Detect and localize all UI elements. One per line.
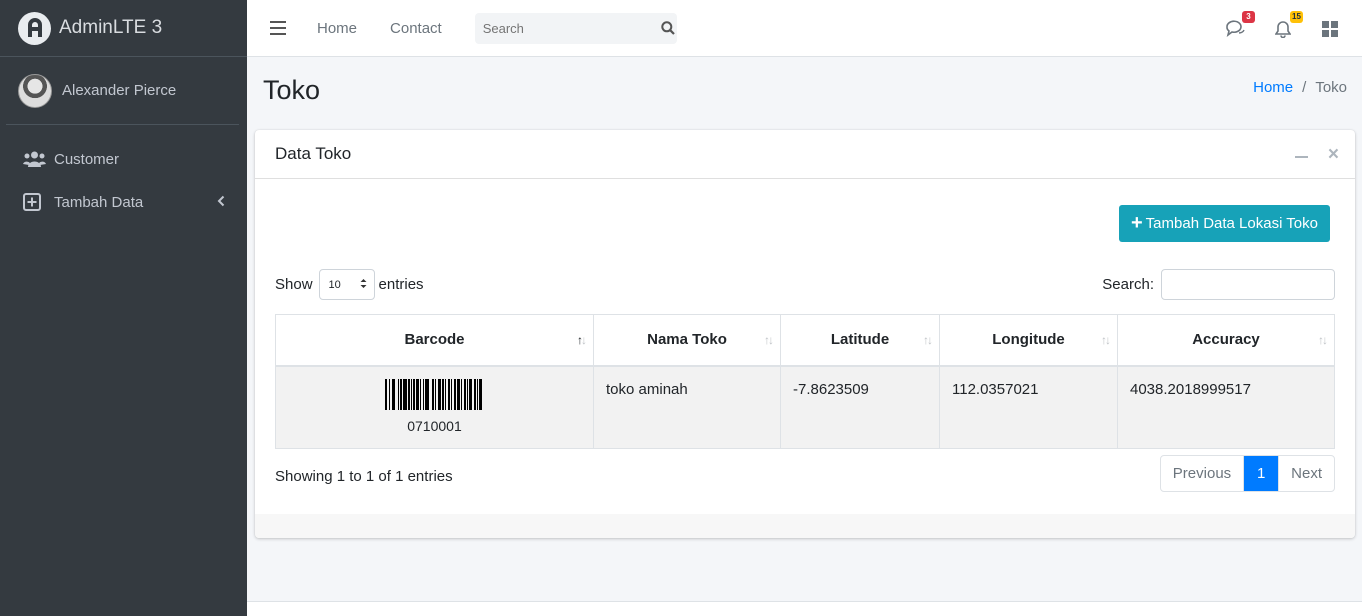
- navbar-search: [474, 12, 677, 44]
- breadcrumb-home[interactable]: Home: [1253, 79, 1293, 96]
- column-header-accuracy[interactable]: Accuracy ↑↓: [1117, 314, 1335, 367]
- column-header-barcode[interactable]: Barcode ↑↓: [275, 314, 594, 367]
- page-length-value: 10: [328, 278, 341, 291]
- table-search-label: Search:: [1102, 276, 1154, 293]
- sort-icon: ↑↓: [764, 333, 774, 347]
- page-length-select[interactable]: 10: [318, 269, 375, 300]
- brand-text: AdminLTE 3: [59, 17, 163, 38]
- column-header-label: Accuracy: [1192, 331, 1260, 349]
- sidebar-item-label: Customer: [54, 150, 120, 168]
- card-tools: ×: [1294, 145, 1339, 164]
- users-icon: [23, 149, 46, 169]
- barcode-image: [385, 378, 484, 410]
- sort-icon: ↑↓: [1318, 333, 1328, 347]
- column-header-nama-toko[interactable]: Nama Toko ↑↓: [593, 314, 781, 367]
- plus-icon: +: [1130, 212, 1143, 234]
- sidebar-item-label: Tambah Data: [54, 193, 144, 211]
- table-search-input[interactable]: [1161, 269, 1335, 300]
- user-panel[interactable]: Alexander Pierce: [6, 57, 239, 125]
- table-header-row: Barcode ↑↓ Nama Toko ↑↓ Latitude ↑↓ Long…: [275, 314, 1335, 367]
- sidebar-item-tambah-data[interactable]: Tambah Data: [0, 182, 247, 222]
- barcode-gap: [482, 379, 484, 410]
- messages-icon[interactable]: 3: [1225, 10, 1255, 39]
- entries-label: entries: [378, 276, 424, 293]
- accuracy-cell: 4038.2018999517: [1117, 365, 1335, 449]
- sidebar-item-customer[interactable]: Customer: [0, 139, 247, 179]
- search-icon[interactable]: [659, 13, 677, 44]
- column-header-label: Longitude: [992, 331, 1065, 349]
- messages-badge: 3: [1242, 10, 1255, 23]
- page-length-control: Show 10 entries: [275, 269, 424, 300]
- notifications-badge: 15: [1290, 10, 1303, 23]
- barcode-cell: 0710001: [275, 365, 594, 449]
- minus-icon[interactable]: [1294, 156, 1308, 158]
- main-sidebar: AdminLTE 3 Alexander Pierce Customer Tam…: [0, 0, 247, 616]
- navbar-right: 3 15: [1225, 0, 1362, 57]
- sort-select-icon: [360, 278, 367, 292]
- data-card: Data Toko × + Tambah Data Lokasi Toko Sh…: [255, 130, 1355, 538]
- main-footer: [247, 602, 1362, 616]
- card-header: Data Toko: [255, 130, 1355, 179]
- add-button-label: Tambah Data Lokasi Toko: [1145, 215, 1318, 232]
- brand-link[interactable]: AdminLTE 3: [0, 0, 247, 57]
- sort-icon: ↑↓: [1101, 333, 1111, 347]
- notifications-icon[interactable]: 15: [1273, 10, 1303, 39]
- stores-table: Barcode ↑↓ Nama Toko ↑↓ Latitude ↑↓ Long…: [275, 314, 1335, 449]
- barcode-text: 0710001: [407, 417, 462, 434]
- add-store-location-button[interactable]: + Tambah Data Lokasi Toko: [1118, 205, 1330, 242]
- menu-toggle-icon[interactable]: [270, 21, 286, 35]
- card-footer: [255, 514, 1355, 538]
- nama-toko-cell: toko aminah: [593, 365, 781, 449]
- column-header-longitude[interactable]: Longitude ↑↓: [939, 314, 1118, 367]
- sidebar-nav: Customer Tambah Data: [0, 139, 247, 222]
- show-label: Show: [275, 276, 313, 293]
- navbar-search-input[interactable]: [474, 20, 659, 36]
- table-info: Showing 1 to 1 of 1 entries: [275, 468, 453, 485]
- breadcrumb-separator: /: [1302, 79, 1307, 96]
- column-header-label: Barcode: [404, 331, 465, 349]
- breadcrumb-current: Toko: [1315, 79, 1347, 96]
- longitude-cell: 112.0357021: [939, 365, 1118, 449]
- pagination-page-1[interactable]: 1: [1244, 456, 1279, 491]
- column-header-label: Nama Toko: [647, 331, 727, 349]
- nav-link-contact[interactable]: Contact: [390, 20, 442, 37]
- adminlte-logo-icon: [18, 11, 51, 45]
- table-row: 0710001 toko aminah -7.8623509 112.03570…: [275, 365, 1335, 449]
- sort-asc-icon: ↑↓: [577, 333, 587, 347]
- table-search-control: Search:: [1102, 269, 1335, 300]
- close-icon[interactable]: ×: [1328, 145, 1339, 164]
- chevron-left-icon: [217, 194, 225, 211]
- user-name: Alexander Pierce: [62, 82, 177, 99]
- avatar: [18, 73, 52, 108]
- plus-square-icon: [23, 192, 46, 212]
- card-title: Data Toko: [275, 144, 352, 163]
- column-header-latitude[interactable]: Latitude ↑↓: [780, 314, 940, 367]
- page-title: Toko: [263, 75, 321, 105]
- top-navbar: Home Contact 3 15: [247, 0, 1362, 57]
- pagination-next[interactable]: Next: [1278, 456, 1334, 491]
- breadcrumb: Home / Toko: [1253, 79, 1347, 96]
- pagination: Previous 1 Next: [1159, 455, 1335, 492]
- pagination-previous[interactable]: Previous: [1161, 456, 1245, 491]
- control-sidebar-icon[interactable]: [1320, 19, 1340, 39]
- latitude-cell: -7.8623509: [780, 365, 940, 449]
- column-header-label: Latitude: [830, 331, 890, 349]
- nav-link-home[interactable]: Home: [317, 20, 357, 37]
- sort-icon: ↑↓: [923, 333, 933, 347]
